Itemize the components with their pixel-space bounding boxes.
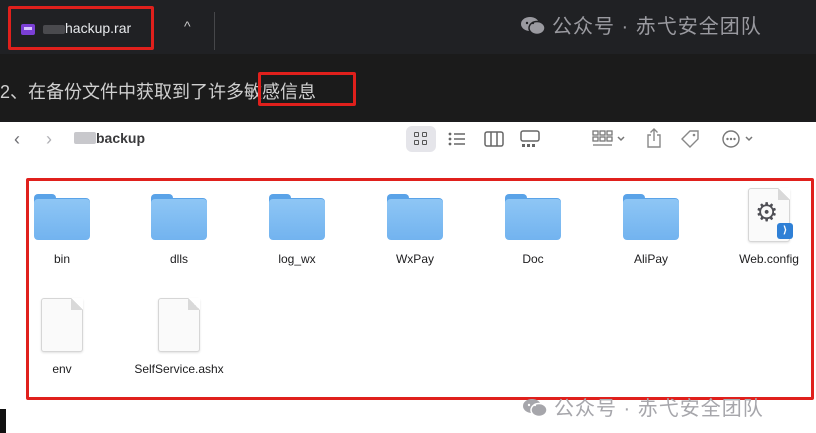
- wechat-icon: [521, 17, 546, 36]
- redacted-filename-prefix: [43, 25, 65, 34]
- watermark-text: 公众号 · 赤弋安全团队: [552, 16, 762, 38]
- file-icon: [41, 298, 83, 352]
- item-label: AliPay: [633, 252, 668, 266]
- icon-view-icon: [414, 132, 428, 146]
- divider: [214, 12, 215, 50]
- download-bar: hackup.rar ^ 公众号 · 赤弋安全团队: [0, 0, 816, 54]
- watermark-bottom: 公众号 · 赤弋安全团队: [522, 392, 764, 421]
- folder-title: backup: [96, 130, 146, 146]
- vscode-icon: ⟩: [777, 223, 793, 239]
- rar-archive-icon: [21, 24, 35, 35]
- folder-item[interactable]: bin: [12, 194, 112, 266]
- folder-icon: [151, 194, 207, 240]
- highlight-box: [258, 72, 356, 106]
- watermark-top: 公众号 · 赤弋安全团队: [520, 10, 762, 39]
- item-label: WxPay: [395, 252, 434, 266]
- folder-icon: [269, 194, 325, 240]
- folder-icon: [623, 194, 679, 240]
- folder-icon: [34, 194, 90, 240]
- download-item[interactable]: hackup.rar: [8, 6, 154, 50]
- caption-strip: 2、在备份文件中获取到了许多敏感信息: [0, 54, 816, 120]
- download-file-name[interactable]: hackup.rar: [65, 20, 131, 36]
- tag-icon[interactable]: [680, 129, 700, 149]
- item-label: dlls: [169, 252, 188, 266]
- group-icon[interactable]: [592, 130, 626, 148]
- item-label: Web.config: [739, 252, 799, 266]
- folder-item[interactable]: Doc: [483, 194, 583, 266]
- item-label: log_wx: [278, 252, 316, 266]
- watermark-text: 公众号 · 赤弋安全团队: [554, 398, 764, 420]
- gallery-view-icon[interactable]: [520, 130, 540, 148]
- column-view-icon[interactable]: [484, 131, 504, 147]
- item-label: SelfService.ashx: [134, 362, 224, 376]
- back-icon[interactable]: ‹: [14, 130, 20, 148]
- folder-icon: [505, 194, 561, 240]
- forward-icon[interactable]: ›: [46, 130, 52, 148]
- edge-mark: [0, 409, 6, 433]
- folder-item[interactable]: log_wx: [247, 194, 347, 266]
- share-icon[interactable]: [646, 128, 662, 148]
- item-label: Doc: [522, 252, 544, 266]
- item-label: bin: [53, 252, 70, 266]
- chevron-up-icon[interactable]: ^: [184, 18, 191, 34]
- folder-item[interactable]: WxPay: [365, 194, 465, 266]
- folder-icon: [387, 194, 443, 240]
- file-item[interactable]: env: [12, 298, 112, 376]
- finder-toolbar: ‹ › backup: [0, 122, 816, 156]
- config-file-icon: ⚙ ⟩: [748, 188, 793, 242]
- wechat-icon: [523, 399, 548, 418]
- icon-view-button[interactable]: [406, 126, 436, 152]
- list-view-icon[interactable]: [448, 131, 466, 147]
- folder-item[interactable]: dlls: [129, 194, 229, 266]
- more-icon[interactable]: [722, 130, 756, 148]
- redacted-path-prefix: [74, 132, 96, 144]
- finder-window: ‹ › backup bin dlls log_wx WxPay Doc Ali…: [0, 122, 816, 433]
- file-item[interactable]: ⚙ ⟩ Web.config: [719, 188, 816, 266]
- gear-icon: ⚙: [755, 197, 779, 227]
- file-icon: [158, 298, 200, 352]
- screenshot-page: hackup.rar ^ 公众号 · 赤弋安全团队 2、在备份文件中获取到了许多…: [0, 0, 816, 433]
- file-item[interactable]: SelfService.ashx: [129, 298, 229, 376]
- folder-item[interactable]: AliPay: [601, 194, 701, 266]
- item-label: env: [52, 362, 72, 376]
